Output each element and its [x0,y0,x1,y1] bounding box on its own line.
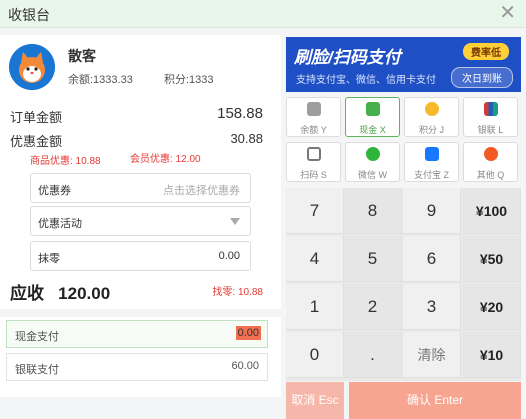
key-5[interactable]: 5 [344,236,402,282]
member-points: 积分:1333 [164,74,214,86]
member-name: 散客 [68,48,96,64]
face-pay-banner[interactable]: 刷脸/扫码支付 支持支付宝、微信、信用卡支付 费率低 次日到账 [286,37,521,92]
action-bar: 取消 Esc 确认 Enter [286,382,521,419]
method-label: 微信 W [358,170,387,180]
method-label: 积分 J [418,125,444,135]
key-10[interactable]: ¥10 [463,332,521,378]
order-panel: 散客 余额:1333.33 积分:1333 订单金额 158.88 优惠金额 3… [0,29,281,419]
rounding-input[interactable]: 抹零 0.00 [30,241,251,271]
wallet-icon [307,102,321,116]
banner-badge: 费率低 [463,43,509,60]
payment-row-cash[interactable]: 现金支付 0.00 [6,320,268,348]
payment-label: 现金支付 [15,331,59,343]
banner-title: 刷脸/扫码支付 [294,48,401,67]
key-9[interactable]: 9 [403,188,461,234]
change-amount: 找零: 10.88 [212,287,263,298]
scan-icon [307,147,321,161]
key-clear[interactable]: 清除 [403,332,461,378]
cancel-button[interactable]: 取消 Esc [286,382,344,419]
key-dot[interactable]: . [344,332,402,378]
key-4[interactable]: 4 [286,236,344,282]
banner-settle-button[interactable]: 次日到账 [451,67,513,88]
method-label: 扫码 S [300,170,327,180]
rounding-value: 0.00 [218,250,240,262]
order-summary: 订单金额 158.88 优惠金额 30.88 商品优惠: 10.88 会员优惠:… [0,99,281,309]
method-alipay[interactable]: 支付宝 Z [404,142,459,182]
order-total-label: 订单金额 [10,110,63,125]
amount-due: 应收 120.00 [10,279,110,304]
status-bar [0,397,281,419]
method-balance[interactable]: 余额 Y [286,97,341,137]
chevron-down-icon [230,218,240,225]
member-discount: 会员优惠: 12.00 [130,154,201,165]
method-scan[interactable]: 扫码 S [286,142,341,182]
key-2[interactable]: 2 [344,284,402,330]
key-3[interactable]: 3 [403,284,461,330]
key-6[interactable]: 6 [403,236,461,282]
method-label: 支付宝 Z [414,170,449,180]
key-20[interactable]: ¥20 [463,284,521,330]
cash-icon [366,102,380,116]
method-cash[interactable]: 现金 X [345,97,400,137]
window-title: 收银台 [8,7,50,23]
method-label: 余额 Y [300,125,327,135]
coupon-label: 优惠券 [38,185,71,197]
close-icon[interactable]: ✕ [499,2,516,24]
method-label: 银联 L [477,125,504,135]
avatar [9,44,55,90]
alipay-icon [425,147,439,161]
key-7[interactable]: 7 [286,188,344,234]
method-label: 其他 Q [476,170,505,180]
method-unionpay[interactable]: 银联 L [463,97,518,137]
discount-label: 优惠金额 [10,134,63,149]
title-bar: 收银台 ✕ [0,0,526,28]
method-wechat[interactable]: 微信 W [345,142,400,182]
due-value: 120.00 [58,284,111,303]
number-keypad: 7 8 9 ¥100 4 5 6 ¥50 1 2 3 ¥20 0 . 清除 ¥1… [286,188,521,381]
goods-discount: 商品优惠: 10.88 [30,156,101,167]
key-8[interactable]: 8 [344,188,402,234]
method-label: 现金 X [359,125,386,135]
method-other[interactable]: 其他 Q [463,142,518,182]
payment-label: 银联支付 [15,364,59,376]
order-total-value: 158.88 [217,105,263,122]
payment-methods: 余额 Y 现金 X 积分 J 银联 L 扫码 S 微信 W 支付宝 Z 其他 Q [286,97,521,183]
coupon-placeholder: 点击选择优惠券 [163,185,240,197]
key-1[interactable]: 1 [286,284,344,330]
rounding-label: 抹零 [38,253,60,265]
coins-icon [425,102,439,116]
promo-label: 优惠活动 [38,218,82,230]
member-balance: 余额:1333.33 [68,74,133,86]
confirm-button[interactable]: 确认 Enter [349,382,521,419]
method-points[interactable]: 积分 J [404,97,459,137]
key-0[interactable]: 0 [286,332,344,378]
unionpay-icon [484,102,498,116]
payment-row-unionpay[interactable]: 银联支付 60.00 [6,353,268,381]
wechat-icon [366,147,380,161]
more-icon [484,147,498,161]
discount-value: 30.88 [230,131,263,146]
promo-select[interactable]: 优惠活动 [30,206,251,236]
banner-subtitle: 支持支付宝、微信、信用卡支付 [296,75,436,86]
key-100[interactable]: ¥100 [463,188,521,234]
payment-value[interactable]: 60.00 [229,359,261,373]
coupon-field[interactable]: 优惠券 点击选择优惠券 [30,173,251,203]
payment-value[interactable]: 0.00 [235,326,261,340]
key-50[interactable]: ¥50 [463,236,521,282]
due-label: 应收 [10,284,44,303]
